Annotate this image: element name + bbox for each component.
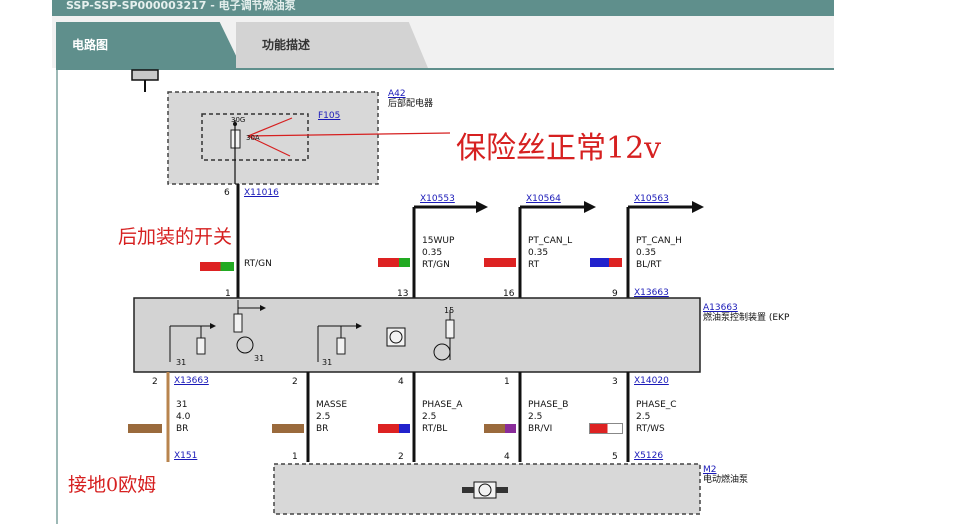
wire-name: 31: [176, 400, 188, 410]
wire-color: BL/RT: [636, 260, 662, 270]
connector-x5126[interactable]: X5126: [634, 451, 663, 462]
connector-x10564[interactable]: X10564: [526, 194, 561, 205]
wire-name: PHASE_B: [528, 400, 569, 410]
pin-16: 16: [503, 289, 515, 299]
connector-x10553[interactable]: X10553: [420, 194, 455, 205]
pin-6: 6: [224, 188, 230, 198]
pin-13: 13: [397, 289, 409, 299]
connector-x10563[interactable]: X10563: [634, 194, 669, 205]
connector-x11016[interactable]: X11016: [244, 188, 279, 199]
pin-4: 4: [398, 377, 404, 387]
internal-pin-31a: 31: [176, 358, 187, 367]
wire-gauge: 0.35: [636, 248, 657, 258]
pt-can-l-wire-label: PT_CAN_L 0.35 RT: [528, 235, 572, 271]
feed-color-swatch: [200, 262, 234, 271]
connector-x151[interactable]: X151: [174, 451, 197, 462]
feed-wire-spec: RT/GN: [244, 259, 272, 269]
annotation-ground-zero-ohm: 接地0欧姆: [68, 474, 157, 496]
wire-gauge: 2.5: [422, 412, 437, 422]
pt-can-h-color-swatch: [590, 258, 622, 267]
wire-color: BR: [316, 424, 329, 434]
pin-1-phase-b: 1: [504, 377, 510, 387]
wire-gauge: 2.5: [636, 412, 651, 422]
pt-can-l-color-swatch: [484, 258, 516, 267]
wire-gauge: 4.0: [176, 412, 191, 422]
pin-1: 1: [225, 289, 231, 299]
ground-wire-label: 31 4.0 BR: [176, 399, 190, 435]
circuit-diagram: [131, 69, 704, 515]
pin-9: 9: [612, 289, 618, 299]
pin-2: 2: [292, 377, 298, 387]
wup-wire-label: 15WUP 0.35 RT/GN: [422, 235, 454, 271]
wire-name: PT_CAN_H: [636, 236, 682, 246]
pin-3: 3: [612, 377, 618, 387]
wire-gauge: 2.5: [316, 412, 331, 422]
pt-can-h-wire-label: PT_CAN_H 0.35 BL/RT: [636, 235, 682, 271]
a13663-name: 燃油泵控制装置 (EKP: [703, 313, 790, 323]
connector-x13663-left[interactable]: X13663: [174, 376, 209, 387]
phase-a-wire-label: PHASE_A 2.5 RT/BL: [422, 399, 462, 435]
wire-gauge: 2.5: [528, 412, 543, 422]
f105-link[interactable]: F105: [318, 111, 340, 122]
wire-name: PHASE_C: [636, 400, 677, 410]
wire-gauge: 0.35: [422, 248, 443, 258]
masse-wire-label: MASSE 2.5 BR: [316, 399, 347, 435]
wup-color-swatch: [378, 258, 410, 267]
wire-name: PT_CAN_L: [528, 236, 573, 246]
masse-color-swatch: [272, 424, 304, 433]
phase-b-color-swatch: [484, 424, 516, 433]
wire-color: RT/GN: [422, 260, 450, 270]
a42-module-box: [167, 91, 379, 185]
wire-name: MASSE: [316, 400, 348, 410]
ground-color-swatch: [128, 424, 162, 433]
annotation-fuse-ok: 保险丝正常12v: [456, 131, 662, 166]
upstream-terminal: [131, 69, 159, 81]
fuse-terminal: 30G: [231, 116, 246, 124]
fuse-rating: 30A: [246, 134, 260, 142]
wire-gauge: 0.35: [528, 248, 549, 258]
wire-name: PHASE_A: [422, 400, 463, 410]
motor-pin-5: 5: [612, 452, 618, 462]
ekp-module-box: [133, 297, 701, 373]
internal-pin-15: 15: [444, 306, 455, 315]
phase-a-color-swatch: [378, 424, 410, 433]
connector-x13663-top[interactable]: X13663: [634, 288, 669, 299]
annotation-aftermarket-switch: 后加装的开关: [118, 226, 233, 248]
motor-pin-4: 4: [504, 452, 510, 462]
pin-2-ground: 2: [152, 377, 158, 387]
wire-color: BR/VI: [528, 424, 553, 434]
wire-color: RT/WS: [636, 424, 665, 434]
wire-color: RT/BL: [422, 424, 448, 434]
phase-b-wire-label: PHASE_B 2.5 BR/VI: [528, 399, 568, 435]
internal-pin-31b: 31: [254, 354, 265, 363]
connector-x14020[interactable]: X14020: [634, 376, 669, 387]
wire-color: BR: [176, 424, 189, 434]
phase-c-color-swatch: [589, 423, 623, 434]
wire-color: RT: [528, 260, 540, 270]
m2-name: 电动燃油泵: [703, 475, 749, 485]
internal-pin-31c: 31: [322, 358, 333, 367]
a42-name: 后部配电器: [388, 99, 434, 109]
wire-name: 15WUP: [422, 236, 455, 246]
motor-pin-1: 1: [292, 452, 298, 462]
phase-c-wire-label: PHASE_C 2.5 RT/WS: [636, 399, 677, 435]
motor-pin-2: 2: [398, 452, 404, 462]
